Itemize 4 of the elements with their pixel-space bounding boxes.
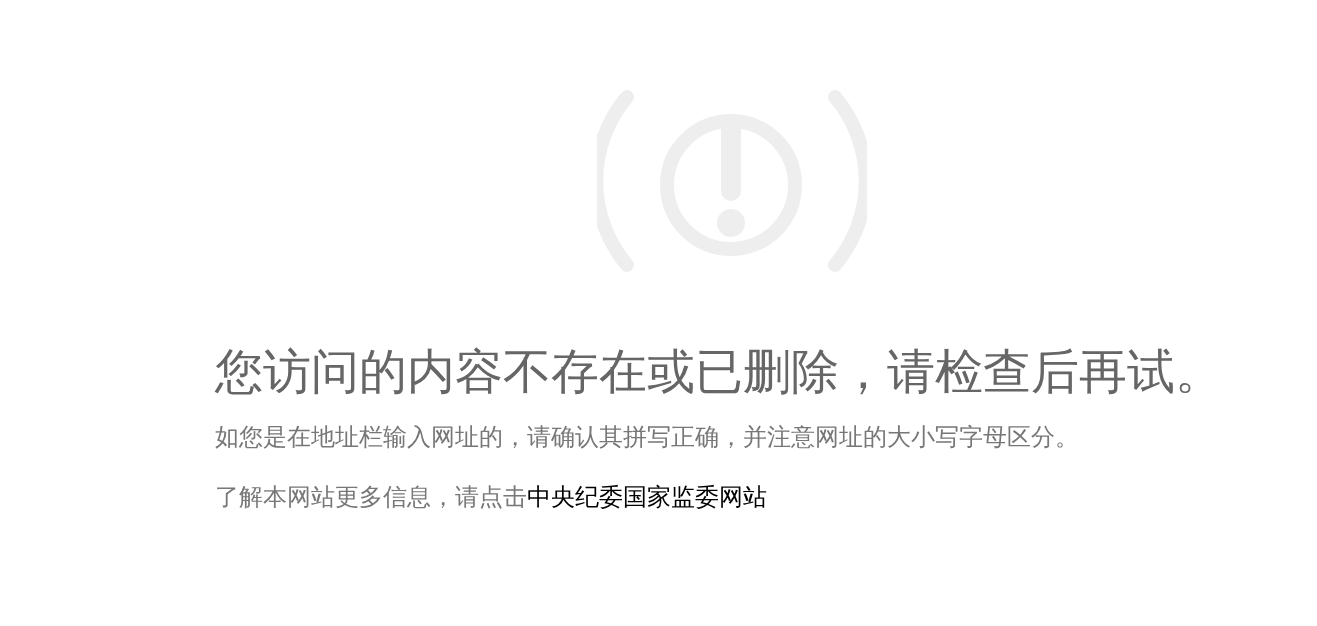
hint-text: 如您是在地址栏输入网址的，请确认其拼写正确，并注意网址的大小写字母区分。	[215, 422, 1080, 453]
site-link[interactable]: 中央纪委国家监委网站	[527, 481, 767, 513]
error-title: 您访问的内容不存在或已删除，请检查后再试。	[215, 342, 1224, 401]
info-text: 了解本网站更多信息，请点击	[215, 482, 527, 513]
